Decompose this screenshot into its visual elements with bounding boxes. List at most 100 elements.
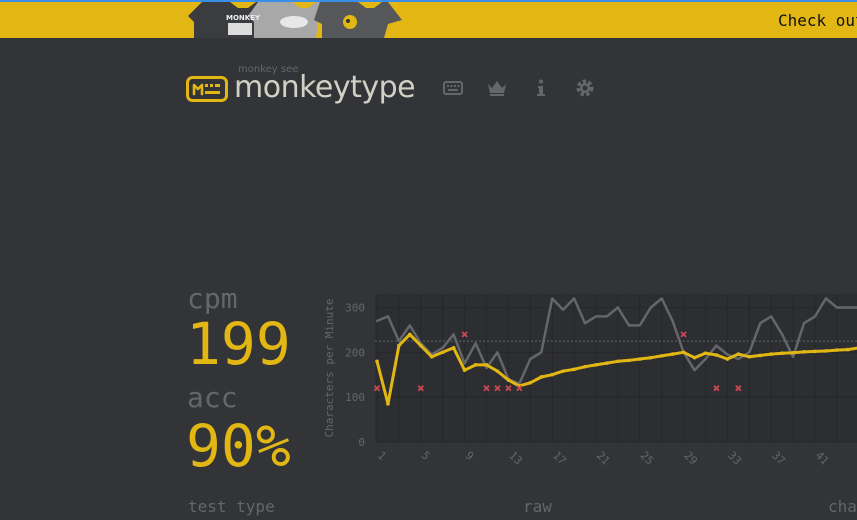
raw-point bbox=[594, 315, 598, 318]
raw-point bbox=[649, 306, 652, 309]
cpm-point bbox=[462, 368, 467, 373]
cpm-point bbox=[736, 352, 741, 356]
cpm-point bbox=[692, 355, 697, 360]
accuracy-value: 90% bbox=[186, 412, 291, 480]
raw-label: raw bbox=[523, 497, 552, 516]
raw-point bbox=[638, 324, 641, 327]
cpm-point bbox=[659, 354, 664, 358]
cpm-point bbox=[780, 351, 784, 355]
raw-point bbox=[496, 351, 499, 354]
promo-banner[interactable]: MONKEY Check out bbox=[0, 0, 857, 38]
raw-point bbox=[835, 306, 839, 309]
raw-point bbox=[671, 319, 674, 323]
x-tick-label: 37 bbox=[769, 449, 788, 468]
cpm-point bbox=[824, 349, 828, 353]
cpm-point bbox=[813, 349, 817, 354]
cpm-point bbox=[572, 367, 576, 372]
gear-icon[interactable] bbox=[575, 78, 595, 98]
raw-point bbox=[759, 321, 762, 325]
raw-point bbox=[551, 297, 554, 300]
cpm-point bbox=[846, 347, 850, 352]
cpm-point bbox=[408, 332, 412, 337]
raw-point bbox=[704, 357, 707, 361]
y-tick-label: 100 bbox=[345, 391, 365, 404]
cpm-point bbox=[583, 364, 587, 369]
raw-point bbox=[715, 344, 718, 347]
cpm-point bbox=[758, 353, 763, 358]
chart-plot-area bbox=[375, 294, 857, 442]
cpm-point bbox=[791, 350, 795, 355]
raw-point bbox=[386, 315, 390, 318]
raw-point bbox=[616, 306, 620, 309]
raw-point bbox=[813, 315, 817, 318]
raw-point bbox=[375, 319, 379, 323]
raw-point bbox=[791, 355, 795, 358]
tshirt-images[interactable]: MONKEY bbox=[188, 2, 402, 38]
cpm-point bbox=[703, 351, 708, 355]
cpm-point bbox=[539, 375, 544, 379]
cpm-point bbox=[627, 358, 631, 363]
raw-point bbox=[583, 321, 587, 325]
raw-point bbox=[627, 324, 631, 327]
raw-point bbox=[463, 362, 466, 365]
y-tick-label: 0 bbox=[358, 436, 365, 449]
x-tick-label: 25 bbox=[638, 449, 657, 468]
cpm-point bbox=[714, 353, 719, 357]
y-tick-label: 300 bbox=[345, 301, 365, 314]
raw-point bbox=[605, 315, 609, 318]
raw-point bbox=[485, 366, 488, 370]
raw-point bbox=[846, 306, 850, 309]
x-tick-label: 9 bbox=[462, 449, 476, 463]
raw-point bbox=[748, 351, 751, 354]
raw-point bbox=[726, 353, 729, 356]
x-tick-label: 33 bbox=[725, 449, 744, 468]
logo-title: monkeytype bbox=[234, 70, 416, 105]
raw-point bbox=[572, 297, 576, 300]
raw-point bbox=[802, 321, 806, 325]
cpm-point bbox=[681, 350, 686, 355]
raw-point bbox=[693, 369, 696, 372]
y-axis-label: Characters per Minute bbox=[323, 298, 336, 437]
raw-point bbox=[452, 333, 455, 336]
characters-label: cha bbox=[828, 497, 857, 516]
x-tick-label: 29 bbox=[681, 449, 700, 468]
x-tick-label: 5 bbox=[419, 449, 433, 463]
raw-point bbox=[561, 308, 565, 311]
keyboard-icon[interactable] bbox=[443, 78, 463, 98]
monkeytype-logo-icon bbox=[186, 76, 228, 102]
cpm-point bbox=[638, 357, 642, 361]
cpm-point bbox=[528, 381, 533, 385]
raw-point bbox=[529, 357, 532, 361]
cpm-point bbox=[747, 354, 752, 359]
cpm-point bbox=[440, 350, 445, 355]
cpm-point bbox=[616, 359, 620, 364]
banner-message[interactable]: Check out bbox=[778, 11, 857, 30]
cpm-point bbox=[725, 357, 730, 361]
crown-icon[interactable] bbox=[487, 78, 507, 98]
raw-point bbox=[770, 315, 773, 318]
cpm-point bbox=[397, 343, 401, 348]
raw-point bbox=[408, 324, 412, 327]
raw-point bbox=[441, 346, 444, 350]
cpm-point bbox=[506, 378, 511, 382]
cpm-point bbox=[495, 369, 500, 373]
cpm-point bbox=[670, 352, 675, 356]
x-tick-label: 1 bbox=[375, 449, 389, 463]
result-chart: 0 100 200 300 Characters per Minute 1 5 9 13 17 21… bbox=[323, 294, 857, 468]
cpm-point bbox=[835, 348, 839, 352]
info-icon[interactable] bbox=[531, 78, 551, 98]
x-tick-label: 21 bbox=[594, 449, 613, 468]
raw-point bbox=[397, 339, 401, 343]
raw-point bbox=[824, 297, 828, 300]
cpm-point bbox=[605, 361, 609, 365]
cpm-point bbox=[386, 402, 390, 406]
cpm-point bbox=[484, 363, 489, 367]
cpm-point bbox=[419, 343, 423, 348]
raw-point bbox=[780, 333, 784, 336]
wpm-value: 199 bbox=[186, 310, 291, 378]
shirt-print-text: MONKEY bbox=[226, 14, 261, 22]
cpm-point bbox=[451, 346, 456, 350]
cpm-point bbox=[648, 355, 653, 360]
x-tick-label: 17 bbox=[550, 449, 569, 468]
raw-point bbox=[737, 357, 740, 361]
